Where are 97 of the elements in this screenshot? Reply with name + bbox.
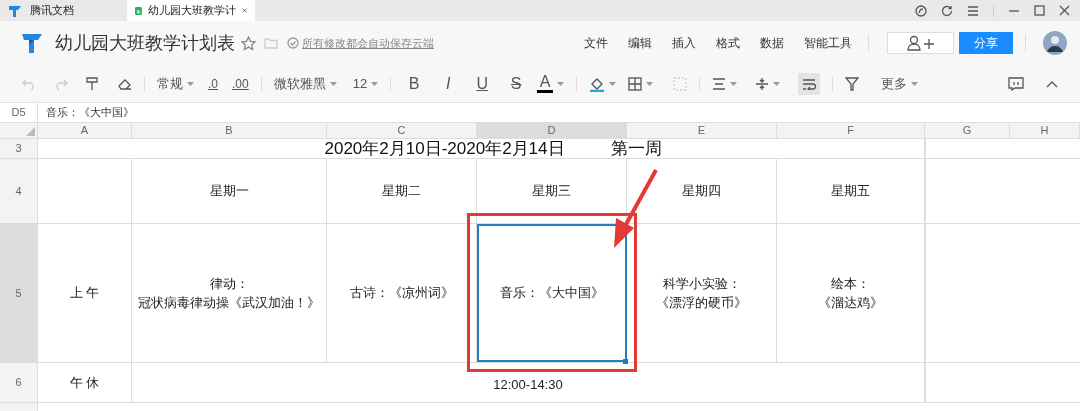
table-cell[interactable]: 2020年2月10日-2020年2月14日 第一周 bbox=[38, 139, 925, 158]
maximize-icon[interactable] bbox=[1034, 5, 1045, 16]
fill-handle[interactable] bbox=[623, 359, 628, 364]
table-cell[interactable]: 上 午 bbox=[38, 224, 132, 362]
avatar-icon[interactable] bbox=[1042, 30, 1068, 56]
app-logo-icon bbox=[8, 3, 22, 18]
column-header[interactable]: D bbox=[477, 123, 627, 138]
add-collaborator-button[interactable] bbox=[887, 32, 954, 54]
caret-icon bbox=[329, 81, 337, 86]
font-color-button[interactable]: A bbox=[537, 74, 554, 93]
column-header[interactable]: H bbox=[1010, 123, 1080, 138]
cell-text: 音乐：《大中国》 bbox=[499, 284, 604, 303]
cell-text: 上 午 bbox=[69, 284, 100, 303]
close-icon[interactable] bbox=[241, 6, 247, 15]
person-plus-icon bbox=[905, 35, 936, 51]
column-header[interactable]: B bbox=[132, 123, 327, 138]
row-header[interactable]: 6 bbox=[0, 363, 38, 402]
cell-text: 星期四 bbox=[682, 182, 721, 201]
column-header[interactable]: A bbox=[38, 123, 132, 138]
filter-icon[interactable] bbox=[845, 76, 860, 91]
cell-text: 律动： bbox=[209, 274, 249, 293]
formula-input[interactable]: 音乐：《大中国》 bbox=[46, 104, 1080, 121]
week-label: 第一周 bbox=[610, 137, 662, 160]
caret-icon bbox=[609, 81, 617, 86]
refresh-icon[interactable] bbox=[941, 4, 953, 17]
font-size-dropdown[interactable]: 12 bbox=[352, 73, 379, 94]
vertical-align-icon[interactable] bbox=[755, 76, 770, 91]
table-cell[interactable]: 午 休 bbox=[38, 363, 132, 402]
cell-text: 星期五 bbox=[831, 182, 870, 201]
column-header[interactable]: E bbox=[627, 123, 777, 138]
cell-text: 星期三 bbox=[532, 182, 571, 201]
caret-icon bbox=[730, 81, 738, 86]
merge-cells-icon[interactable] bbox=[673, 76, 688, 91]
close-icon[interactable] bbox=[1059, 5, 1070, 16]
cell-text: 冠状病毒律动操《武汉加油！》 bbox=[138, 294, 320, 312]
cell-text: 星期二 bbox=[382, 182, 421, 201]
strikethrough-button[interactable]: S bbox=[505, 71, 528, 96]
menu-icon[interactable] bbox=[967, 5, 979, 16]
cell-text: 《溜达鸡》 bbox=[818, 294, 883, 312]
menu-item[interactable]: 数据 bbox=[760, 34, 784, 52]
table-cell[interactable]: 星期二 bbox=[327, 159, 477, 223]
borders-icon[interactable] bbox=[628, 76, 643, 91]
font-dropdown[interactable]: 微软雅黑 bbox=[273, 73, 337, 94]
menu-item[interactable]: 编辑 bbox=[628, 34, 652, 52]
cell-text: 《漂浮的硬币》 bbox=[656, 294, 747, 312]
caret-icon bbox=[371, 81, 379, 86]
column-header[interactable]: F bbox=[777, 123, 925, 138]
cell-reference: D5 bbox=[0, 103, 38, 122]
wrap-icon bbox=[802, 77, 817, 90]
caret-icon bbox=[557, 81, 565, 86]
column-header[interactable]: G bbox=[925, 123, 1010, 138]
table-cell[interactable]: 星期四 bbox=[627, 159, 777, 223]
menu-item[interactable]: 文件 bbox=[584, 34, 608, 52]
row-header[interactable]: 5 bbox=[0, 224, 38, 362]
align-icon[interactable] bbox=[712, 77, 727, 90]
eraser-icon[interactable] bbox=[118, 77, 132, 90]
menu-item[interactable]: 格式 bbox=[716, 34, 740, 52]
menu-item[interactable]: 智能工具 bbox=[804, 34, 852, 52]
sheet-title: 2020年2月10日-2020年2月14日 bbox=[324, 137, 565, 160]
document-title: 幼儿园大班教学计划表 bbox=[55, 31, 235, 55]
cell-text: 科学小实验： bbox=[662, 274, 741, 293]
menu-item[interactable]: 插入 bbox=[672, 34, 696, 52]
cell-text: 绘本： bbox=[831, 274, 870, 293]
save-status: 所有修改都会自动保存云端 bbox=[302, 35, 434, 51]
caret-icon bbox=[911, 81, 919, 86]
table-cell[interactable]: 绘本： 《溜达鸡》 bbox=[777, 224, 925, 362]
more-dropdown[interactable]: 更多 bbox=[881, 73, 919, 94]
italic-button[interactable]: I bbox=[437, 71, 460, 96]
table-cell[interactable]: 12:00-14:30 bbox=[132, 363, 925, 402]
table-cell[interactable]: 古诗：《凉州词》 bbox=[327, 224, 477, 362]
wrap-text-button[interactable] bbox=[798, 72, 821, 95]
underline-button[interactable]: U bbox=[471, 71, 494, 96]
caret-icon bbox=[773, 81, 781, 86]
check-circle-icon bbox=[287, 37, 299, 49]
table-cell[interactable]: 星期五 bbox=[777, 159, 925, 223]
row-header[interactable]: 4 bbox=[0, 159, 38, 223]
bold-button[interactable]: B bbox=[403, 71, 426, 96]
format-painter-icon[interactable] bbox=[86, 76, 98, 91]
app-logo-icon bbox=[20, 31, 44, 55]
caret-icon bbox=[187, 81, 194, 86]
table-cell[interactable]: 律动： 冠状病毒律动操《武汉加油！》 bbox=[132, 224, 327, 362]
increase-decimal-button[interactable]: .00 bbox=[232, 74, 249, 93]
caret-icon bbox=[646, 81, 654, 86]
compass-icon[interactable] bbox=[915, 4, 927, 17]
cell-text: 古诗：《凉州词》 bbox=[349, 284, 454, 303]
cell-text: 12:00-14:30 bbox=[493, 376, 563, 394]
number-format-dropdown[interactable]: 常规 bbox=[157, 73, 194, 94]
star-icon[interactable] bbox=[241, 35, 256, 51]
row-header[interactable]: 3 bbox=[0, 139, 38, 158]
cell-text: 星期一 bbox=[209, 182, 249, 201]
table-cell[interactable]: 音乐：《大中国》 bbox=[477, 224, 627, 362]
browser-tab[interactable]: 幼儿园大班教学计 bbox=[127, 0, 255, 21]
cell-text: 午 休 bbox=[69, 373, 100, 392]
decrease-decimal-button[interactable]: .0 bbox=[208, 74, 218, 93]
collapse-icon[interactable] bbox=[1046, 79, 1058, 88]
comment-icon[interactable] bbox=[1008, 76, 1024, 91]
table-cell[interactable]: 星期一 bbox=[132, 159, 327, 223]
